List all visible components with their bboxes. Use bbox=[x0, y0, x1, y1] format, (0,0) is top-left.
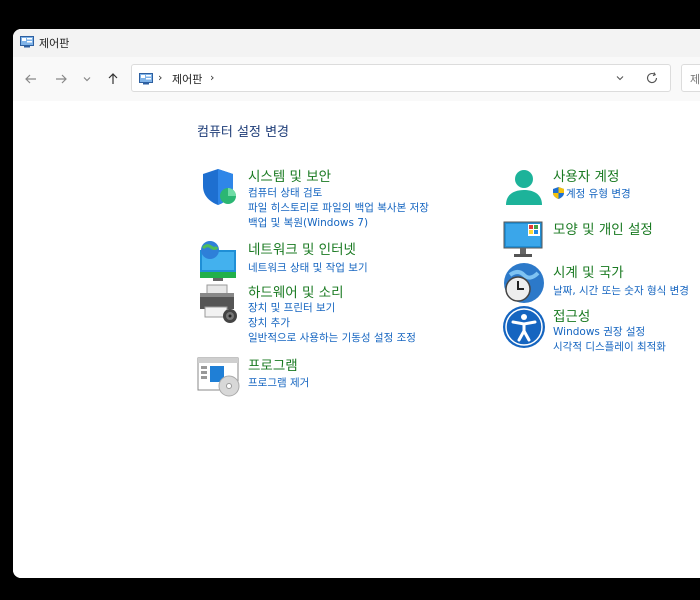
link-add-device[interactable]: 장치 추가 bbox=[248, 315, 290, 330]
up-button[interactable] bbox=[103, 69, 123, 89]
arrow-left-icon bbox=[25, 74, 36, 84]
user-icon[interactable] bbox=[502, 165, 546, 209]
page-title: 컴퓨터 설정 변경 bbox=[197, 125, 289, 140]
link-backup-restore[interactable]: 백업 및 복원(Windows 7) bbox=[248, 215, 368, 230]
breadcrumb-separator[interactable]: › bbox=[158, 71, 162, 84]
content-area: 컴퓨터 설정 변경 시스템 및 보안 컴퓨터 상태 검토 파일 히스토리로 파일… bbox=[13, 101, 700, 578]
link-devices-printers[interactable]: 장치 및 프린터 보기 bbox=[248, 300, 335, 315]
window-title: 제어판 bbox=[39, 37, 70, 50]
control-panel-icon bbox=[20, 36, 34, 48]
arrow-right-icon bbox=[56, 74, 67, 84]
monitor-icon[interactable] bbox=[502, 218, 546, 262]
link-change-account-type[interactable]: 계정 유형 변경 bbox=[566, 186, 631, 201]
category-name[interactable]: 하드웨어 및 소리 bbox=[248, 281, 344, 301]
back-button[interactable] bbox=[21, 69, 41, 89]
category-name[interactable]: 시계 및 국가 bbox=[553, 261, 624, 281]
arrow-up-icon bbox=[108, 73, 118, 84]
category-name[interactable]: 프로그램 bbox=[248, 354, 298, 374]
category-name[interactable]: 네트워크 및 인터넷 bbox=[248, 238, 356, 258]
title-bar: 제어판 bbox=[13, 29, 700, 57]
link-file-history[interactable]: 파일 히스토리로 파일의 백업 복사본 저장 bbox=[248, 200, 429, 215]
link-mobility-settings[interactable]: 일반적으로 사용하는 기동성 설정 조정 bbox=[248, 330, 416, 345]
recent-locations-button[interactable] bbox=[77, 69, 97, 89]
accessibility-icon[interactable] bbox=[502, 305, 546, 349]
shield-icon[interactable] bbox=[197, 165, 241, 209]
programs-icon[interactable] bbox=[197, 354, 241, 398]
clock-globe-icon[interactable] bbox=[502, 261, 546, 305]
category-name[interactable]: 모양 및 개인 설정 bbox=[553, 218, 653, 238]
link-check-status[interactable]: 컴퓨터 상태 검토 bbox=[248, 185, 322, 200]
chevron-down-icon[interactable] bbox=[614, 72, 626, 84]
link-uninstall-program[interactable]: 프로그램 제거 bbox=[248, 375, 309, 390]
link-network-status[interactable]: 네트워크 상태 및 작업 보기 bbox=[248, 260, 368, 275]
forward-button[interactable] bbox=[51, 69, 71, 89]
navigation-bar: › 제어판 › 제 bbox=[13, 57, 700, 101]
control-panel-icon bbox=[139, 73, 153, 85]
search-placeholder: 제 bbox=[690, 73, 700, 86]
link-optimize-display[interactable]: 시각적 디스플레이 최적화 bbox=[553, 339, 666, 354]
chevron-down-icon bbox=[83, 77, 91, 82]
category-name[interactable]: 사용자 계정 bbox=[553, 165, 619, 185]
printer-icon[interactable] bbox=[197, 281, 241, 325]
control-panel-window: 제어판 › 제어판 › 제 컴퓨터 설정 변경 시스템 및 보안 컴퓨터 상태 … bbox=[13, 29, 700, 578]
category-name[interactable]: 시스템 및 보안 bbox=[248, 165, 331, 185]
uac-shield-icon bbox=[553, 187, 564, 199]
refresh-icon[interactable] bbox=[645, 71, 659, 85]
category-name[interactable]: 접근성 bbox=[553, 305, 590, 325]
network-globe-icon[interactable] bbox=[197, 238, 241, 282]
address-bar[interactable]: › 제어판 › bbox=[131, 64, 671, 92]
search-input[interactable]: 제 bbox=[681, 64, 700, 92]
breadcrumb-control-panel[interactable]: 제어판 bbox=[172, 71, 202, 87]
link-date-time-format[interactable]: 날짜, 시간 또는 숫자 형식 변경 bbox=[553, 283, 689, 298]
breadcrumb-separator[interactable]: › bbox=[210, 71, 214, 84]
link-recommended-settings[interactable]: Windows 권장 설정 bbox=[553, 324, 645, 339]
